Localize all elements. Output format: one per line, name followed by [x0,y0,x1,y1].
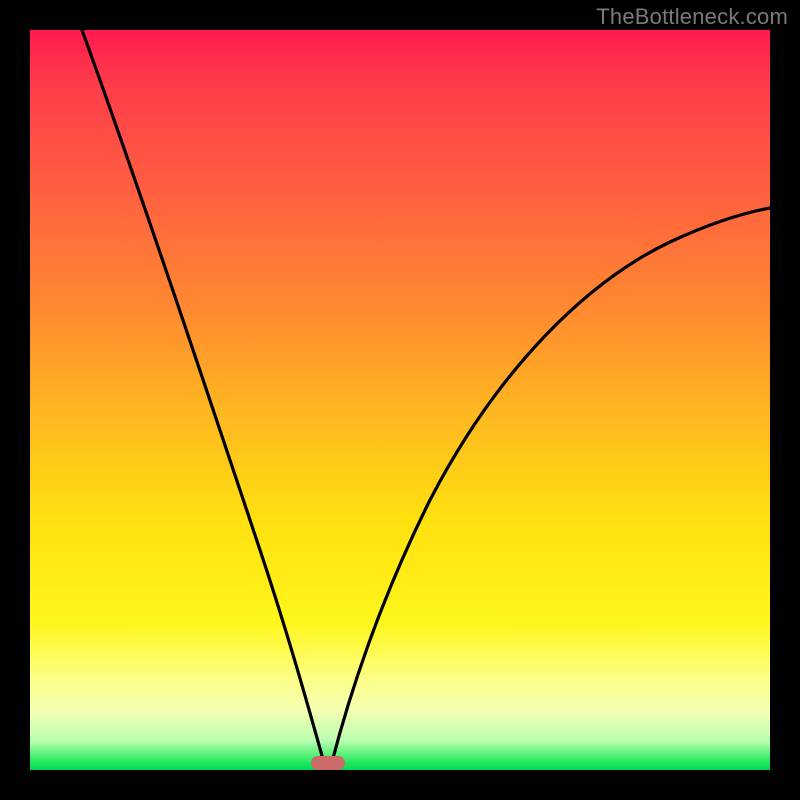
curve-right-branch [330,208,770,770]
watermark-text: TheBottleneck.com [596,4,788,30]
minimum-marker [311,756,345,770]
chart-frame: TheBottleneck.com [0,0,800,800]
plot-area [30,30,770,770]
bottleneck-curve [30,30,770,770]
curve-left-branch [82,30,326,770]
